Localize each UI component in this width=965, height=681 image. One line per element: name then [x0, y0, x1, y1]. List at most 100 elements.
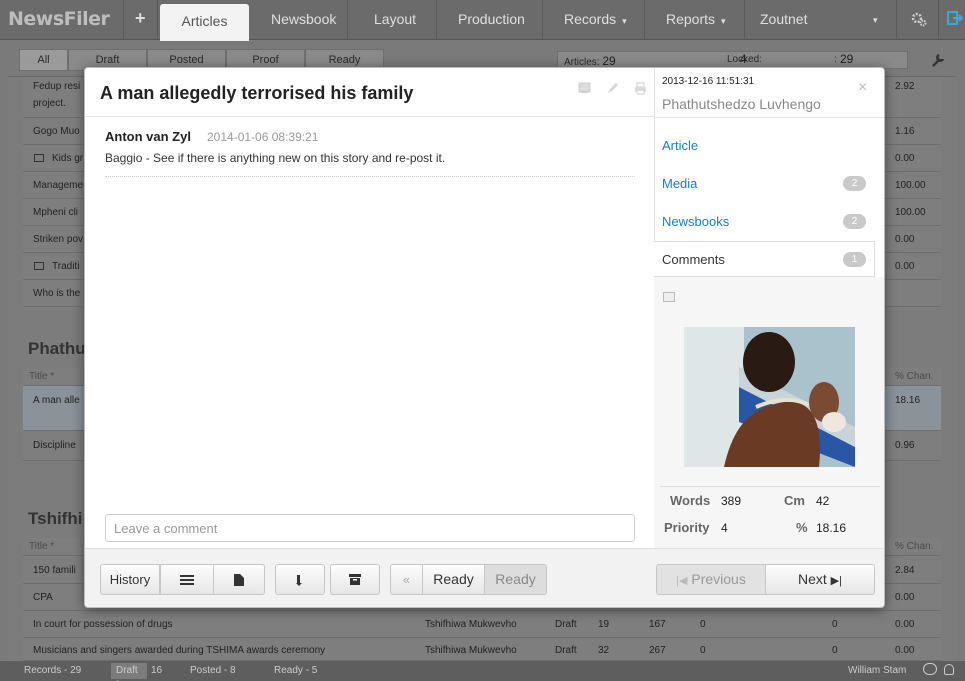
section-title: Tshifhi: [28, 509, 83, 528]
row-col4: 0: [832, 645, 838, 656]
previous-button[interactable]: |◀ Previous: [656, 564, 766, 595]
comment-text: Baggio - See if there is anything new on…: [105, 151, 446, 165]
list-view-button[interactable]: [160, 564, 214, 595]
article-photo[interactable]: [684, 327, 855, 467]
new-article-button[interactable]: +: [135, 8, 146, 29]
cm-value: 42: [816, 494, 830, 508]
sidebar-item-newsbooks[interactable]: Newsbooks: [662, 214, 729, 229]
row-title: Gogo Muo: [33, 126, 80, 137]
row-col2: 267: [649, 645, 666, 656]
table-row[interactable]: Musicians and singers awarded during TSH…: [23, 638, 941, 661]
row-status: Draft: [555, 619, 577, 630]
skip-forward-icon: ▶|: [830, 575, 842, 587]
sidebar-item-comments-label: Comments: [662, 252, 725, 267]
nav-tab-articles[interactable]: Articles: [160, 4, 249, 41]
row-title-cont: project.: [33, 98, 66, 109]
move-down-button[interactable]: [275, 564, 325, 595]
row-title: Mpheni cli: [33, 207, 79, 218]
row-author: Tshifhiwa Mukwevho: [425, 645, 517, 656]
nav-divider: [644, 0, 645, 40]
history-button[interactable]: History: [100, 564, 160, 595]
app-logo[interactable]: NewsFiler: [8, 8, 110, 30]
column-header-title[interactable]: Title *: [29, 541, 54, 552]
status-ready[interactable]: Ready - 5: [274, 665, 317, 676]
print-icon[interactable]: [634, 82, 647, 95]
ready-status-button[interactable]: Ready: [422, 564, 485, 595]
status-posted[interactable]: Posted - 8: [190, 665, 236, 676]
chevron-down-icon: ▾: [622, 16, 627, 26]
image-icon[interactable]: [663, 292, 675, 302]
column-header-title[interactable]: Title *: [29, 371, 54, 382]
logout-icon[interactable]: [947, 10, 964, 26]
next-button[interactable]: Next ▶|: [765, 564, 875, 595]
row-col3: 0: [700, 645, 706, 656]
nav-tab-records-label: Records: [564, 11, 617, 27]
nav-divider: [938, 0, 939, 40]
chat-icon[interactable]: [923, 663, 937, 675]
comment-timestamp: 2014-01-06 08:39:21: [207, 130, 319, 144]
row-pct: 18.16: [895, 395, 921, 406]
nav-tab-zoutnet[interactable]: Zoutnet: [760, 11, 807, 27]
status-records[interactable]: Records - 29: [24, 665, 81, 676]
status-draft-label[interactable]: Draft -: [111, 663, 147, 681]
priority-label: Priority: [664, 520, 710, 535]
close-icon[interactable]: ×: [858, 79, 867, 97]
row-title: Who is the: [33, 288, 81, 299]
row-pct: 0.00: [895, 153, 915, 164]
pencil-icon[interactable]: [606, 82, 619, 95]
nav-tab-production[interactable]: Production: [458, 11, 525, 27]
comment-input[interactable]: [105, 514, 635, 542]
row-col2: 167: [649, 619, 666, 630]
articles-count: 29: [602, 54, 616, 68]
comment-author: Anton van Zyl: [105, 129, 191, 144]
archive-button[interactable]: [330, 564, 380, 595]
sidebar-item-media[interactable]: Media: [662, 176, 697, 191]
settings-gear-icon[interactable]: [910, 10, 928, 28]
words-value: 389: [721, 494, 742, 508]
comment-divider: [105, 176, 635, 177]
row-pct: 2.92: [895, 81, 915, 92]
user-icon[interactable]: [944, 664, 954, 675]
filter-tab-all[interactable]: All: [19, 49, 68, 71]
row-pct: 0.00: [895, 234, 915, 245]
book-icon[interactable]: [578, 82, 591, 94]
document-button[interactable]: [213, 564, 265, 595]
nav-divider: [436, 0, 437, 40]
locked-count: 4: [740, 52, 747, 66]
column-header-pct[interactable]: % Chan.: [895, 371, 933, 382]
nav-tab-records[interactable]: Records ▾: [564, 11, 627, 27]
ready-status-inactive[interactable]: Ready: [484, 564, 547, 595]
table-row[interactable]: In court for possession of drugs Tshifhi…: [23, 611, 941, 638]
stats-divider: [660, 486, 880, 487]
row-pct: 0.00: [895, 619, 915, 630]
nav-tab-layout[interactable]: Layout: [374, 11, 416, 27]
row-pct: 100.00: [895, 180, 926, 191]
cm-label: Cm: [784, 493, 805, 508]
sidebar-item-article[interactable]: Article: [662, 138, 698, 153]
nav-divider: [542, 0, 543, 40]
row-title: CPA: [33, 592, 53, 603]
status-bar: Records - 29 Draft - 16 Posted - 8 Ready…: [0, 661, 965, 681]
header-divider: [85, 116, 654, 117]
row-title: 150 famili: [33, 565, 76, 576]
media-count-badge: 2: [843, 176, 866, 191]
wrench-icon[interactable]: [930, 52, 946, 68]
right-header-divider: [654, 117, 884, 118]
row-pct: 0.00: [895, 645, 915, 656]
back-button[interactable]: «: [390, 564, 423, 595]
row-title: In court for possession of drugs: [33, 619, 173, 630]
status-user[interactable]: William Stam: [848, 665, 906, 676]
column-header-pct[interactable]: % Chan.: [895, 541, 933, 552]
image-icon: [34, 154, 44, 162]
row-title: Traditi: [52, 261, 80, 272]
chevron-down-icon[interactable]: ▾: [873, 15, 878, 26]
row-title: A man alle: [33, 395, 80, 406]
status-draft-value: 16: [151, 665, 163, 676]
nav-tab-newsbook[interactable]: Newsbook: [271, 11, 336, 27]
previous-label: Previous: [691, 571, 746, 587]
nav-tab-reports[interactable]: Reports ▾: [666, 11, 726, 27]
nav-divider: [157, 0, 158, 40]
row-col3: 0: [700, 619, 706, 630]
row-col1: 32: [598, 645, 610, 656]
row-col1: 19: [598, 619, 610, 630]
